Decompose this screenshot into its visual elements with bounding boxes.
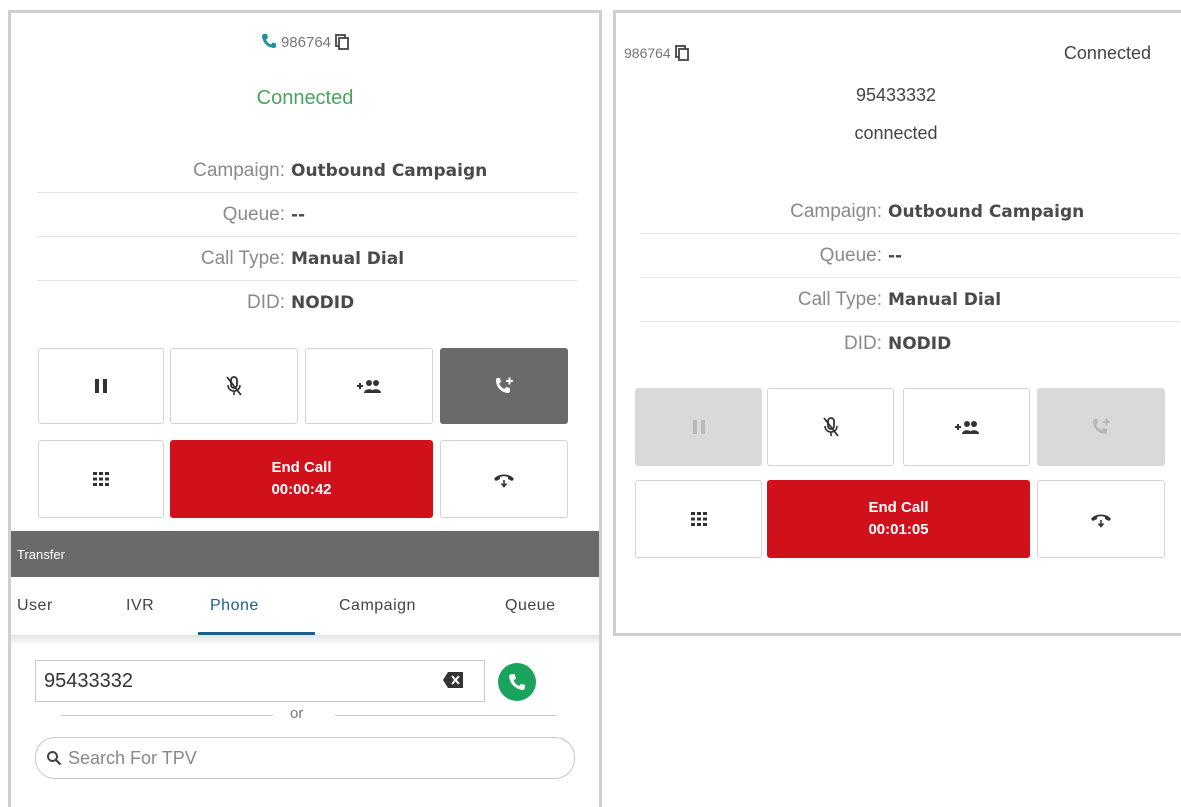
info-row-queue: Queue: -- (640, 234, 1180, 278)
info-row-did: DID: NODID (37, 281, 577, 325)
call-panel-left: 986764 Connected Campaign: Outbound Camp… (8, 10, 602, 807)
end-call-label: End Call (868, 499, 929, 516)
call-type-label: Call Type: (200, 247, 285, 269)
backspace-icon[interactable] (442, 671, 464, 695)
info-row-queue: Queue: -- (37, 193, 577, 237)
dial-transfer-button[interactable] (498, 663, 536, 701)
tab-ivr[interactable]: IVR (126, 597, 154, 615)
end-call-button[interactable]: End Call 00:00:42 (170, 440, 433, 518)
queue-label: Queue: (222, 203, 285, 225)
phone-icon (261, 33, 277, 49)
end-call-label: End Call (271, 459, 332, 476)
conference-button[interactable] (305, 348, 433, 424)
copy-icon[interactable] (335, 34, 349, 50)
did-label: DID: (247, 292, 285, 313)
hold-button[interactable] (635, 388, 762, 466)
hangup-transfer-button[interactable] (440, 440, 568, 518)
tpv-search-input[interactable]: Search For TPV (35, 737, 575, 779)
transfer-button[interactable] (440, 348, 568, 424)
call-timer: 00:01:05 (868, 521, 929, 538)
hold-button[interactable] (38, 348, 164, 424)
did-label: DID: (844, 333, 882, 354)
call-status: Connected (256, 87, 354, 109)
search-placeholder: Search For TPV (68, 747, 197, 768)
transfer-target-status: connected (854, 123, 938, 143)
info-row-campaign: Campaign: Outbound Campaign (37, 149, 577, 193)
queue-value: -- (888, 245, 903, 266)
did-value: NODID (291, 293, 355, 313)
dialpad-icon (690, 512, 707, 526)
call-header: 986764 (624, 45, 689, 63)
caller-number: 986764 (624, 45, 671, 61)
mute-button[interactable] (170, 348, 298, 424)
campaign-label: Campaign: (193, 159, 285, 181)
mute-button[interactable] (767, 388, 894, 466)
phone-icon (509, 674, 525, 690)
copy-icon[interactable] (674, 45, 689, 61)
transfer-button[interactable] (1037, 388, 1165, 466)
info-row-did: DID: NODID (640, 322, 1180, 366)
hangup-icon (494, 474, 514, 488)
transfer-target-number: 95433332 (855, 85, 937, 105)
add-participant-icon (954, 421, 979, 434)
campaign-value: Outbound Campaign (888, 201, 1085, 222)
tab-queue[interactable]: Queue (505, 597, 556, 615)
did-value: NODID (888, 334, 952, 354)
call-type-value: Manual Dial (888, 289, 1002, 310)
or-text: or (290, 705, 304, 722)
call-header: 986764 (11, 33, 599, 52)
call-panel-right: 986764 Connected 95433332 connected Camp… (613, 10, 1181, 636)
campaign-value: Outbound Campaign (291, 160, 488, 181)
or-divider-right (335, 715, 557, 716)
add-participant-icon (357, 380, 381, 393)
mute-icon (822, 417, 839, 437)
info-row-call-type: Call Type: Manual Dial (640, 278, 1180, 322)
dialpad-icon (93, 472, 109, 486)
tab-phone[interactable]: Phone (210, 597, 259, 615)
caller-number: 986764 (280, 34, 332, 51)
end-call-button[interactable]: End Call 00:01:05 (767, 480, 1030, 558)
tab-campaign[interactable]: Campaign (339, 597, 416, 615)
info-row-call-type: Call Type: Manual Dial (37, 237, 577, 281)
call-type-value: Manual Dial (291, 248, 405, 269)
call-type-label: Call Type: (797, 288, 882, 310)
dialpad-button[interactable] (38, 440, 164, 518)
info-row-campaign: Campaign: Outbound Campaign (640, 190, 1180, 234)
queue-value: -- (291, 204, 306, 225)
phone-number-value: 95433332 (44, 669, 133, 692)
transfer-header: Transfer (11, 531, 599, 577)
tab-divider (11, 635, 599, 645)
search-icon (47, 751, 62, 766)
transfer-call-icon (1093, 418, 1110, 434)
conference-button[interactable] (903, 388, 1030, 466)
campaign-label: Campaign: (790, 200, 882, 222)
call-timer: 00:00:42 (271, 481, 332, 498)
queue-label: Queue: (819, 244, 882, 266)
mute-icon (226, 376, 242, 396)
call-status: Connected (1063, 43, 1151, 63)
or-divider-left (61, 715, 273, 716)
phone-number-input[interactable]: 95433332 (35, 660, 485, 702)
hangup-icon (1091, 514, 1111, 528)
tab-user[interactable]: User (17, 597, 53, 615)
transfer-call-icon (496, 377, 513, 393)
pause-icon (95, 379, 107, 393)
dialpad-button[interactable] (635, 480, 762, 558)
pause-icon (692, 420, 705, 434)
hangup-transfer-button[interactable] (1037, 480, 1165, 558)
